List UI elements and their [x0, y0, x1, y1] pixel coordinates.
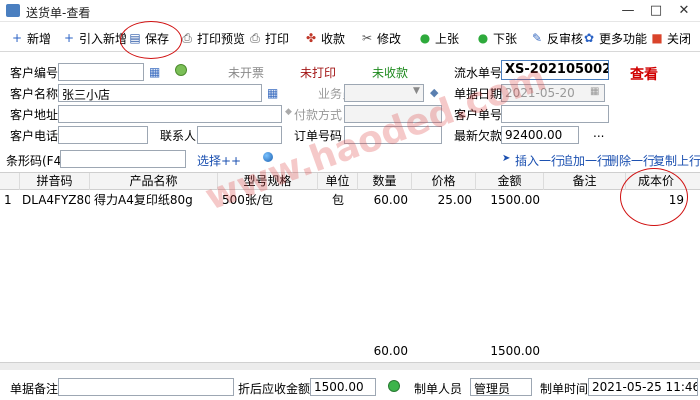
toolbar-button-print[interactable]: ⎙ 打印 [248, 28, 289, 48]
copy-up-link[interactable]: 复制上行 [653, 152, 700, 169]
cell-pinyin[interactable]: DLA4FYZ80G [22, 191, 90, 209]
barcode-input[interactable] [60, 150, 186, 168]
toolbar-button-print-preview[interactable]: ⎙ 打印预览 [180, 28, 245, 48]
receive-status: 未收款 [372, 66, 409, 80]
grid-header: 拼音码 产品名称 型号规格 单位 数量 价格 金额 备注 成本价 [0, 173, 700, 190]
unapprove-icon: ✎ [531, 31, 543, 45]
window-title: 送货单-查看 [26, 6, 91, 20]
customer-phone-input[interactable] [58, 126, 148, 144]
append-row-link[interactable]: 追加一行 [561, 152, 609, 169]
edit-icon: ✂ [361, 31, 373, 45]
toolbar-button-next[interactable]: ● 下张 [476, 28, 517, 48]
cost-price-highlight-circle [620, 168, 688, 226]
barcode-label: 条形码(F4) [6, 154, 66, 168]
close-window-button[interactable]: ✕ [670, 0, 698, 22]
latest-owed-label: 最新欠款 [454, 129, 503, 143]
print-status: 未打印 [300, 66, 337, 80]
customer-address-input[interactable] [58, 105, 282, 123]
cell-product-name[interactable]: 得力A4复印纸80g [94, 191, 218, 209]
minimize-button[interactable]: — [614, 0, 642, 22]
diamond-icon: ◆ [285, 107, 292, 117]
plus-icon: + [11, 31, 23, 45]
toolbar-button-import-new[interactable]: + 引入新增 [62, 28, 127, 48]
more-functions-icon: ✿ [583, 31, 595, 45]
title-bar: 送货单-查看 — □ ✕ [0, 0, 700, 22]
calendar-icon[interactable]: ▦ [590, 86, 599, 97]
column-header[interactable]: 价格 [412, 173, 476, 190]
toolbar-button-close[interactable]: ■ 关闭 [650, 28, 691, 48]
invoice-status: 未开票 [228, 66, 265, 80]
creator-value: 管理员 [470, 378, 532, 396]
column-header[interactable]: 备注 [544, 173, 626, 190]
toolbar-button-new[interactable]: + 新增 [10, 28, 51, 48]
remarks-label: 单据备注 [10, 382, 59, 396]
row-index-header [0, 173, 20, 190]
collect-payment-icon: ✤ [305, 31, 317, 45]
toolbar-button-edit[interactable]: ✂ 修改 [360, 28, 401, 48]
customer-lookup-icon[interactable]: ▦ [267, 86, 278, 100]
insert-arrow-icon: ➤ [502, 153, 511, 164]
import-icon: + [63, 31, 75, 45]
customer-code-label: 客户编号 [10, 66, 59, 80]
horizontal-scrollbar[interactable] [0, 362, 700, 370]
row-index: 1 [4, 193, 12, 207]
customer-name-label: 客户名称 [10, 87, 59, 101]
salesperson-select[interactable] [344, 84, 424, 102]
payment-method-label: 付款方式 [294, 108, 343, 122]
column-header[interactable]: 拼音码 [20, 173, 90, 190]
receivable-value: 1500.00 [310, 378, 376, 396]
created-time-label: 制单时间 [540, 382, 589, 396]
insert-row-link[interactable]: 插入一行 [515, 152, 563, 169]
customer-address-label: 客户地址 [10, 108, 59, 122]
toolbar-button-collect[interactable]: ✤ 收款 [304, 28, 345, 48]
maximize-button[interactable]: □ [642, 0, 670, 22]
toolbar-button-more[interactable]: ✿ 更多功能 [582, 28, 647, 48]
next-record-icon: ● [477, 31, 489, 45]
prev-record-icon: ● [419, 31, 431, 45]
customer-name-input[interactable]: 张三小店 [58, 84, 262, 102]
table-row[interactable]: 1 DLA4FYZ80G 得力A4复印纸80g 500张/包 包 60.00 2… [0, 191, 700, 209]
receivable-label: 折后应收金额 [238, 382, 311, 396]
column-header[interactable]: 产品名称 [90, 173, 218, 190]
save-highlight-circle [120, 21, 182, 59]
column-header[interactable]: 金额 [476, 173, 544, 190]
column-header[interactable]: 数量 [358, 173, 412, 190]
app-icon [6, 4, 20, 17]
toolbar: + 新增 + 引入新增 ▤ 保存 ⎙ 打印预览 ⎙ 打印 ✤ 收款 ✂ 修改 ● 上张 ● 下张 … [0, 24, 700, 52]
items-grid[interactable]: 拼音码 产品名称 型号规格 单位 数量 价格 金额 备注 成本价 1 DLA4F… [0, 172, 700, 368]
latest-owed-value: 92400.00 [501, 126, 579, 144]
amount-total: 1500.00 [490, 344, 540, 358]
print-preview-icon: ⎙ [182, 30, 192, 45]
print-icon: ⎙ [250, 30, 260, 45]
remarks-input[interactable] [58, 378, 234, 396]
created-time-value: 2021-05-25 11:46:04 [588, 378, 698, 396]
toolbar-button-unapprove[interactable]: ✎ 反审核 [530, 28, 583, 48]
customer-phone-label: 客户电话 [10, 129, 59, 143]
refresh-icon[interactable] [175, 64, 187, 76]
close-window-icon: ■ [651, 31, 663, 45]
creator-label: 制单人员 [414, 382, 463, 396]
toolbar-button-prev[interactable]: ● 上张 [418, 28, 459, 48]
latest-owed-more-button[interactable]: ... [593, 126, 604, 140]
chevron-down-icon: ▼ [413, 86, 420, 96]
view-mark: 查看 [630, 67, 658, 83]
cell-price[interactable]: 25.00 [412, 191, 472, 209]
customer-code-input[interactable] [58, 63, 144, 81]
cell-amount[interactable]: 1500.00 [476, 191, 540, 209]
quantity-total: 60.00 [373, 344, 408, 358]
delete-row-link[interactable]: 删除一行 [607, 152, 655, 169]
lookup-calendar-icon[interactable]: ▦ [149, 65, 160, 79]
cell-remark[interactable] [544, 191, 626, 209]
contact-input[interactable] [197, 126, 282, 144]
status-indicator-icon [388, 380, 400, 392]
summary-row: 60.00 1500.00 [0, 342, 700, 360]
cell-quantity[interactable]: 60.00 [358, 191, 408, 209]
cell-unit[interactable]: 包 [318, 191, 358, 209]
contact-label: 联系人 [160, 129, 197, 143]
